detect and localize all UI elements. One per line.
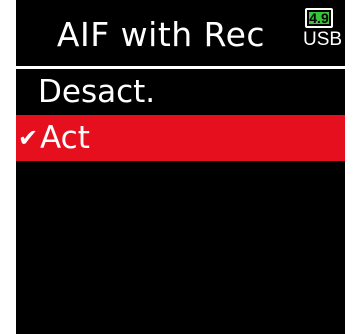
option-label: Desact. xyxy=(38,74,156,110)
checkmark-icon: ✔ xyxy=(18,124,39,152)
power-source-label: USB xyxy=(303,29,343,50)
option-desact[interactable]: Desact. xyxy=(16,69,345,115)
option-label: Act xyxy=(40,120,90,156)
device-screen: AIF with Rec 4.9 USB Desact. ✔Act xyxy=(16,0,345,334)
option-act[interactable]: ✔Act xyxy=(16,115,345,161)
battery-value: 4.9 xyxy=(309,10,329,26)
battery-indicator: 4.9 USB xyxy=(303,8,343,56)
header-bar: AIF with Rec 4.9 USB xyxy=(16,0,345,68)
page-title: AIF with Rec xyxy=(56,15,266,54)
options-list: Desact. ✔Act xyxy=(16,69,345,161)
